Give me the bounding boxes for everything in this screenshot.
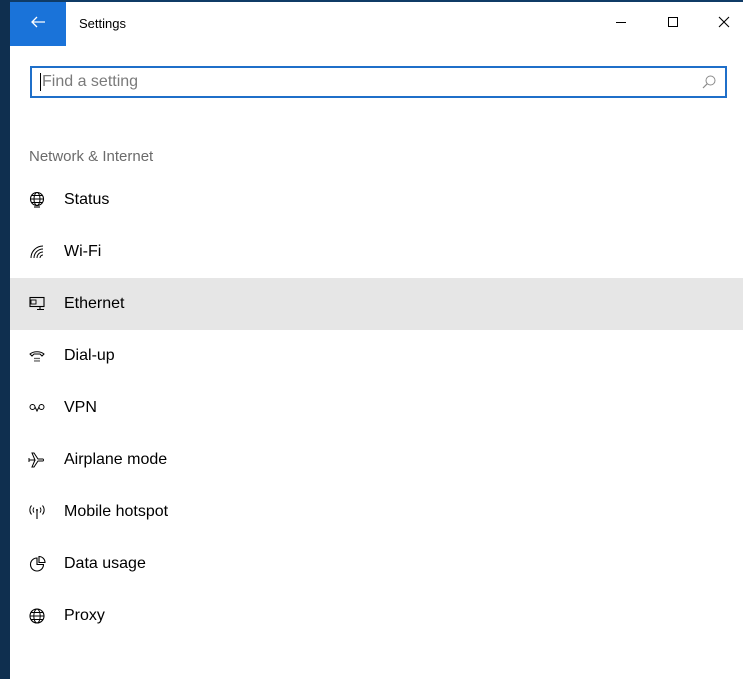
nav-item-label: Proxy: [64, 607, 105, 624]
wifi-icon: [27, 243, 47, 261]
close-button[interactable]: [700, 2, 743, 46]
back-button[interactable]: [10, 2, 66, 46]
hotspot-icon: [27, 503, 47, 521]
search-icon[interactable]: [701, 74, 717, 95]
nav-item-mobile-hotspot[interactable]: Mobile hotspot: [10, 486, 743, 538]
vpn-icon: [27, 399, 47, 417]
nav-item-label: Dial-up: [64, 347, 115, 364]
nav-item-vpn[interactable]: VPN: [10, 382, 743, 434]
close-icon: [718, 15, 730, 33]
section-title: Network & Internet: [29, 148, 154, 165]
search-input[interactable]: [42, 72, 682, 92]
ethernet-icon: [27, 295, 47, 313]
title-bar: Settings: [10, 2, 743, 46]
window-title: Settings: [79, 16, 126, 31]
airplane-icon: [27, 451, 47, 469]
minimize-button[interactable]: [597, 2, 645, 46]
nav-item-label: Status: [64, 191, 110, 208]
nav-item-wifi[interactable]: Wi-Fi: [10, 226, 743, 278]
nav-item-label: Ethernet: [64, 295, 125, 312]
nav-item-ethernet[interactable]: Ethernet: [10, 278, 743, 330]
nav-item-status[interactable]: Status: [10, 174, 743, 226]
minimize-icon: [615, 15, 627, 33]
text-caret: [40, 73, 41, 91]
nav-item-dialup[interactable]: Dial-up: [10, 330, 743, 382]
nav-item-label: VPN: [64, 399, 97, 416]
nav-item-label: Mobile hotspot: [64, 503, 169, 520]
back-arrow-icon: [30, 15, 46, 34]
search-box[interactable]: [30, 66, 727, 98]
globe-icon: [27, 607, 47, 625]
nav-list: Status Wi-Fi Ethernet Dial-up VPN Airpla…: [10, 174, 743, 642]
nav-item-proxy[interactable]: Proxy: [10, 590, 743, 642]
nav-item-airplane-mode[interactable]: Airplane mode: [10, 434, 743, 486]
maximize-button[interactable]: [649, 2, 697, 46]
data-usage-icon: [27, 555, 47, 573]
dialup-icon: [27, 347, 47, 365]
globe-status-icon: [27, 191, 47, 209]
nav-item-label: Airplane mode: [64, 451, 168, 468]
nav-item-label: Wi-Fi: [64, 243, 102, 260]
maximize-icon: [667, 15, 679, 33]
nav-item-data-usage[interactable]: Data usage: [10, 538, 743, 590]
nav-item-label: Data usage: [64, 555, 146, 572]
settings-window: Settings Network & Internet: [10, 0, 743, 679]
